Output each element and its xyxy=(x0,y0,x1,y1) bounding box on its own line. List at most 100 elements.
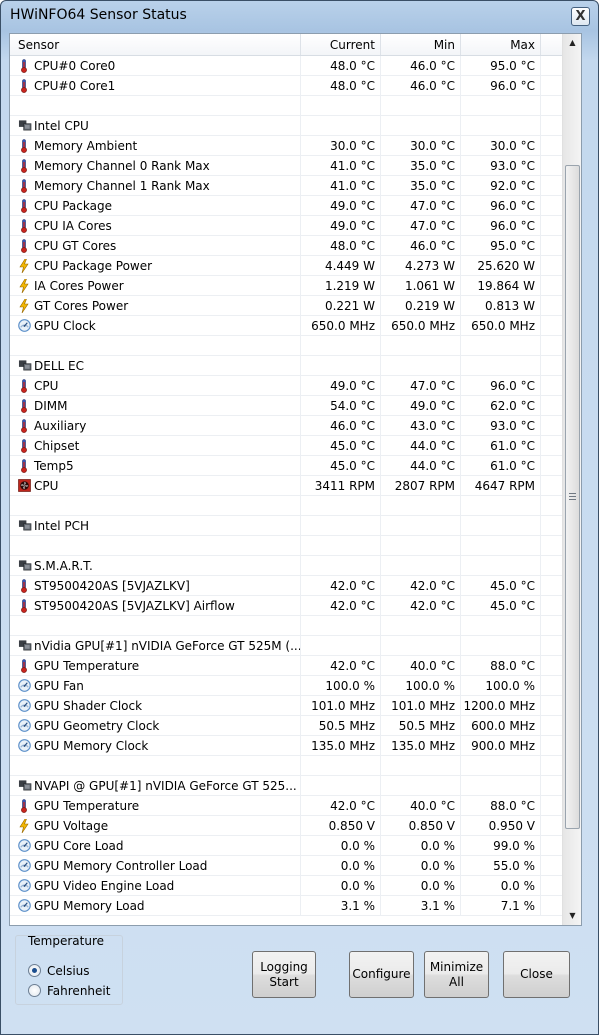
sensor-name-cell xyxy=(10,756,301,775)
table-row[interactable]: GPU Clock 650.0 MHz 650.0 MHz 650.0 MHz xyxy=(10,316,562,336)
sensor-name-cell: DELL EC xyxy=(10,356,301,375)
empty-row[interactable] xyxy=(10,756,562,776)
table-row[interactable]: Temp5 45.0 °C 44.0 °C 61.0 °C xyxy=(10,456,562,476)
table-row[interactable]: ST9500420AS [5VJAZLKV] 42.0 °C 42.0 °C 45.0… xyxy=(10,576,562,596)
table-row[interactable]: GPU Video Engine Load 0.0 % 0.0 % 0.0 % xyxy=(10,876,562,896)
close-label: Close xyxy=(520,967,553,981)
min-value-cell: 4.273 W xyxy=(381,256,461,275)
max-value-cell xyxy=(461,556,541,575)
table-row[interactable]: GPU Shader Clock 101.0 MHz 101.0 MHz 1200.0… xyxy=(10,696,562,716)
close-button[interactable]: Close xyxy=(503,951,570,998)
table-row[interactable]: Intel PCH xyxy=(10,516,562,536)
current-value-cell xyxy=(301,516,381,535)
scrollbar-thumb[interactable] xyxy=(565,165,580,829)
table-row[interactable]: Auxiliary 46.0 °C 43.0 °C 93.0 °C xyxy=(10,416,562,436)
table-row[interactable]: Memory Channel 1 Rank Max 41.0 °C 35.0 °C 9… xyxy=(10,176,562,196)
table-row[interactable]: GPU Memory Load 3.1 % 3.1 % 7.1 % xyxy=(10,896,562,916)
empty-row[interactable] xyxy=(10,96,562,116)
table-row[interactable]: GPU Memory Controller Load 0.0 % 0.0 % 55.0… xyxy=(10,856,562,876)
max-value-cell: 88.0 °C xyxy=(461,796,541,815)
table-row[interactable]: GT Cores Power 0.221 W 0.219 W 0.813 W xyxy=(10,296,562,316)
table-row[interactable]: ST9500420AS [5VJAZLKV] Airflow 42.0 °C 42.… xyxy=(10,596,562,616)
min-value-cell: 30.0 °C xyxy=(381,136,461,155)
table-row[interactable]: CPU 3411 RPM 2807 RPM 4647 RPM xyxy=(10,476,562,496)
table-row[interactable]: CPU#0 Core0 48.0 °C 46.0 °C 95.0 °C xyxy=(10,56,562,76)
sensor-name-cell: Intel CPU xyxy=(10,116,301,135)
max-value-cell: 900.0 MHz xyxy=(461,736,541,755)
max-value-cell: 61.0 °C xyxy=(461,436,541,455)
sensor-name-cell: CPU Package xyxy=(10,196,301,215)
table-row[interactable]: CPU Package 49.0 °C 47.0 °C 96.0 °C xyxy=(10,196,562,216)
min-value-cell xyxy=(381,776,461,795)
table-row[interactable]: Memory Channel 0 Rank Max 41.0 °C 35.0 °C 9… xyxy=(10,156,562,176)
table-row[interactable]: GPU Geometry Clock 50.5 MHz 50.5 MHz 600.0 … xyxy=(10,716,562,736)
scroll-down-arrow-icon[interactable]: ▼ xyxy=(565,908,580,924)
table-row[interactable]: GPU Fan 100.0 % 100.0 % 100.0 % xyxy=(10,676,562,696)
min-value-cell xyxy=(381,536,461,555)
empty-row[interactable] xyxy=(10,616,562,636)
column-header-max[interactable]: Max xyxy=(461,34,541,55)
empty-row[interactable] xyxy=(10,336,562,356)
min-value-cell xyxy=(381,636,461,655)
min-value-cell: 40.0 °C xyxy=(381,656,461,675)
close-window-button[interactable]: X xyxy=(571,7,590,26)
max-value-cell xyxy=(461,776,541,795)
max-value-cell: 19.864 W xyxy=(461,276,541,295)
sensor-name-cell: Intel PCH xyxy=(10,516,301,535)
minimize-all-button[interactable]: Minimize All xyxy=(424,951,489,998)
current-value-cell xyxy=(301,96,381,115)
max-value-cell: 92.0 °C xyxy=(461,176,541,195)
sensor-name-cell: Memory Ambient xyxy=(10,136,301,155)
table-row[interactable]: S.M.A.R.T. xyxy=(10,556,562,576)
table-row[interactable]: GPU Temperature 42.0 °C 40.0 °C 88.0 °C xyxy=(10,656,562,676)
table-row[interactable]: CPU Package Power 4.449 W 4.273 W 25.620 W xyxy=(10,256,562,276)
table-row[interactable]: CPU 49.0 °C 47.0 °C 96.0 °C xyxy=(10,376,562,396)
celsius-radio[interactable] xyxy=(28,964,41,977)
min-value-cell: 0.0 % xyxy=(381,876,461,895)
column-header-min[interactable]: Min xyxy=(381,34,461,55)
max-value-cell: 95.0 °C xyxy=(461,236,541,255)
min-value-cell: 44.0 °C xyxy=(381,436,461,455)
table-row[interactable]: GPU Memory Clock 135.0 MHz 135.0 MHz 900.0 … xyxy=(10,736,562,756)
table-row[interactable]: IA Cores Power 1.219 W 1.061 W 19.864 W xyxy=(10,276,562,296)
vertical-scrollbar[interactable]: ▲ ▼ xyxy=(562,34,581,925)
table-row[interactable]: Chipset 45.0 °C 44.0 °C 61.0 °C xyxy=(10,436,562,456)
current-value-cell xyxy=(301,356,381,375)
table-row[interactable]: CPU IA Cores 49.0 °C 47.0 °C 96.0 °C xyxy=(10,216,562,236)
max-value-cell: 100.0 % xyxy=(461,676,541,695)
table-row[interactable]: Intel CPU xyxy=(10,116,562,136)
current-value-cell: 0.850 V xyxy=(301,816,381,835)
table-row[interactable]: nVidia GPU[#1] nVIDIA GeForce GT 525M (.… xyxy=(10,636,562,656)
empty-row[interactable] xyxy=(10,496,562,516)
table-row[interactable]: NVAPI @ GPU[#1] nVIDIA GeForce GT 525... xyxy=(10,776,562,796)
empty-row[interactable] xyxy=(10,536,562,556)
max-value-cell: 96.0 °C xyxy=(461,376,541,395)
current-value-cell: 101.0 MHz xyxy=(301,696,381,715)
logging-start-button[interactable]: Logging Start xyxy=(252,951,316,998)
table-row[interactable]: GPU Core Load 0.0 % 0.0 % 99.0 % xyxy=(10,836,562,856)
min-value-cell: 650.0 MHz xyxy=(381,316,461,335)
column-header-sensor[interactable]: Sensor xyxy=(10,34,301,55)
min-value-cell: 50.5 MHz xyxy=(381,716,461,735)
bottom-controls: Temperature Celsius Fahrenheit Logging S… xyxy=(1,927,598,1034)
column-header-current[interactable]: Current xyxy=(301,34,381,55)
minimize-all-label: Minimize All xyxy=(429,959,484,989)
max-value-cell: 93.0 °C xyxy=(461,156,541,175)
sensor-name-cell: GPU Voltage xyxy=(10,816,301,835)
current-value-cell xyxy=(301,756,381,775)
scroll-up-arrow-icon[interactable]: ▲ xyxy=(565,35,580,51)
table-row[interactable]: DELL EC xyxy=(10,356,562,376)
min-value-cell: 46.0 °C xyxy=(381,236,461,255)
max-value-cell: 7.1 % xyxy=(461,896,541,915)
table-row[interactable]: DIMM 54.0 °C 49.0 °C 62.0 °C xyxy=(10,396,562,416)
title-bar[interactable]: HWiNFO64 Sensor Status X xyxy=(1,1,598,31)
table-row[interactable]: CPU#0 Core1 48.0 °C 46.0 °C 96.0 °C xyxy=(10,76,562,96)
table-row[interactable]: CPU GT Cores 48.0 °C 46.0 °C 95.0 °C xyxy=(10,236,562,256)
table-row[interactable]: Memory Ambient 30.0 °C 30.0 °C 30.0 °C xyxy=(10,136,562,156)
configure-button[interactable]: Configure xyxy=(349,951,414,998)
table-row[interactable]: GPU Voltage 0.850 V 0.850 V 0.950 V xyxy=(10,816,562,836)
fahrenheit-radio[interactable] xyxy=(28,984,41,997)
sensor-name-cell xyxy=(10,96,301,115)
table-row[interactable]: GPU Temperature 42.0 °C 40.0 °C 88.0 °C xyxy=(10,796,562,816)
celsius-label: Celsius xyxy=(47,964,90,978)
